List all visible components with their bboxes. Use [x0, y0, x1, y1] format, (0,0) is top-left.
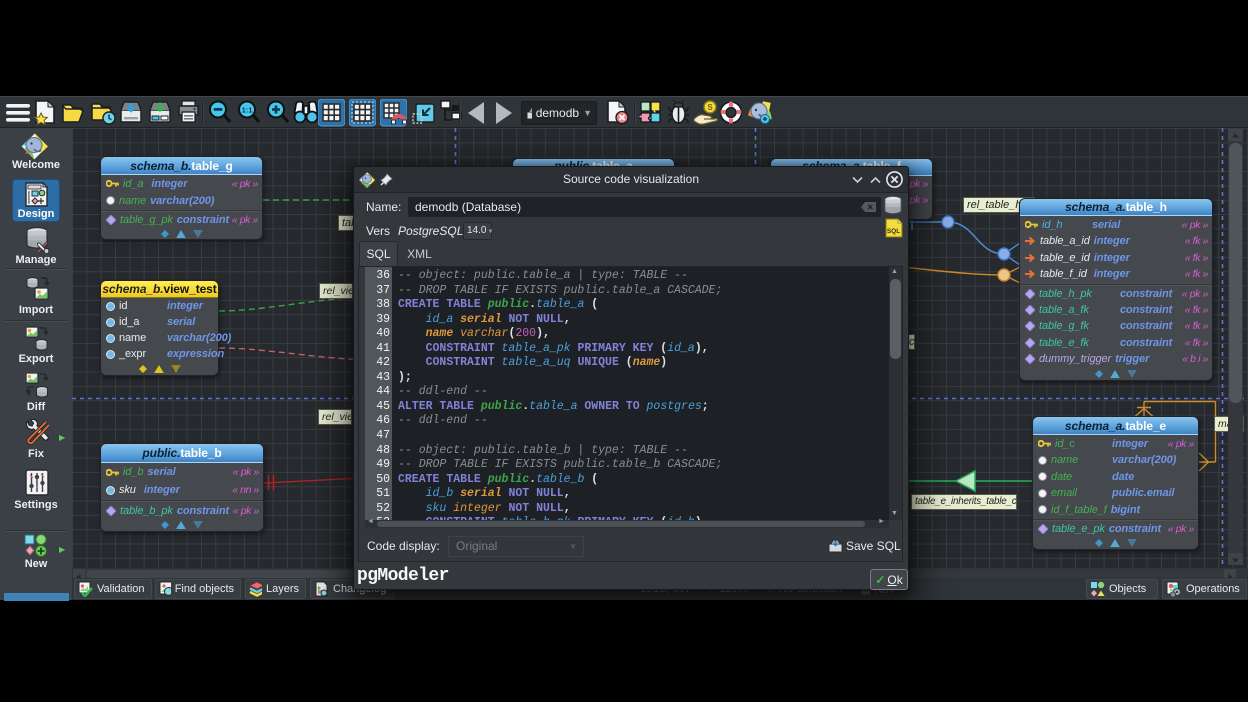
- svg-text:1:1: 1:1: [242, 106, 253, 115]
- svg-text:S: S: [707, 103, 713, 112]
- svg-text:SQL: SQL: [887, 228, 900, 235]
